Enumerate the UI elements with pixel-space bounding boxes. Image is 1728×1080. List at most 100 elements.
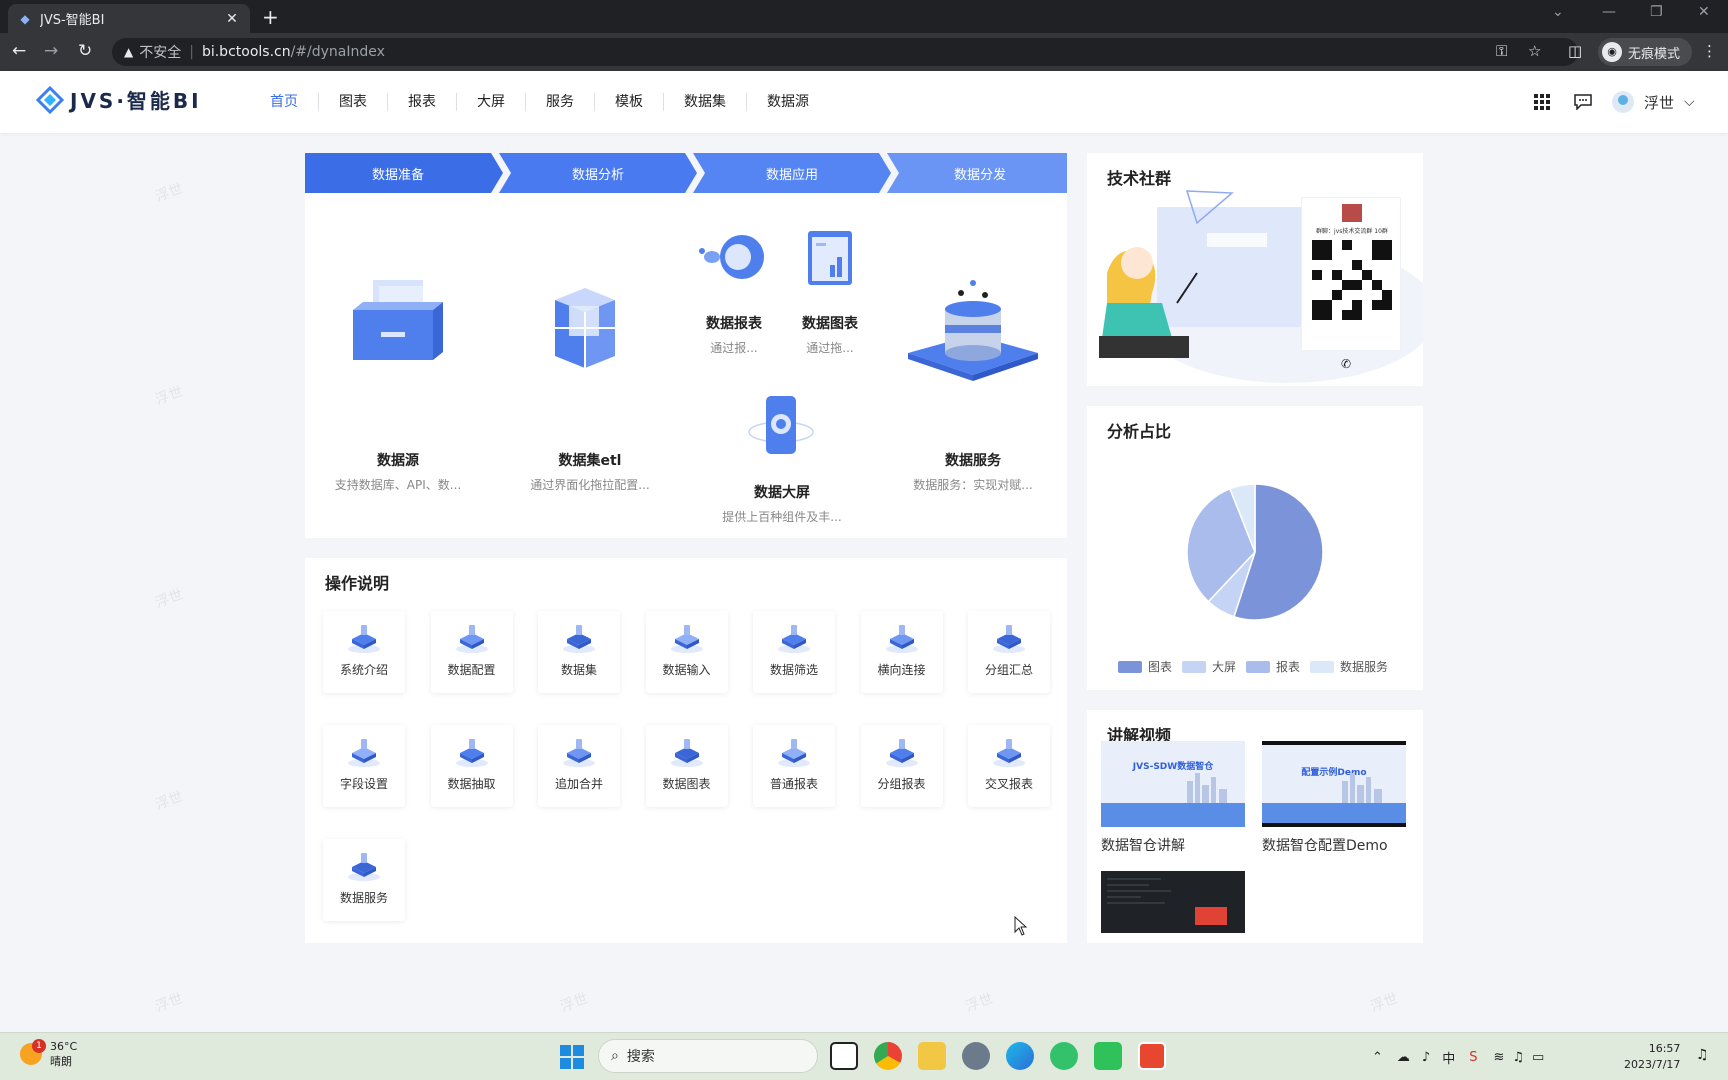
- nav-datasources[interactable]: 数据源: [746, 93, 829, 111]
- nav-charts[interactable]: 图表: [318, 93, 387, 111]
- incognito-indicator[interactable]: ◉ 无痕模式: [1598, 38, 1692, 66]
- operation-item[interactable]: 数据抽取: [430, 725, 513, 807]
- operation-item[interactable]: 数据配置: [430, 611, 513, 693]
- tab-search-icon[interactable]: ⌄: [1552, 4, 1564, 20]
- operation-icon: [348, 625, 380, 653]
- flow-step-analyze[interactable]: 数据分析: [505, 153, 691, 193]
- browser-tab[interactable]: ◆ JVS-智能BI ✕: [8, 4, 250, 33]
- tile-datasource[interactable]: 数据源 支持数据库、API、数...: [305, 205, 491, 535]
- browser-menu-icon[interactable]: ⋮: [1702, 42, 1717, 60]
- operation-item[interactable]: 交叉报表: [968, 725, 1050, 807]
- nav-reports[interactable]: 报表: [387, 93, 456, 111]
- operation-item[interactable]: 数据集: [538, 611, 620, 693]
- nav-home[interactable]: 首页: [250, 93, 318, 111]
- operation-item[interactable]: 分组报表: [860, 725, 943, 807]
- operation-item[interactable]: 追加合并: [538, 725, 620, 807]
- operation-item[interactable]: 字段设置: [323, 725, 405, 807]
- back-icon[interactable]: ←: [12, 41, 26, 61]
- operation-icon: [455, 625, 488, 653]
- flow-step-apply[interactable]: 数据应用: [699, 153, 885, 193]
- new-tab-button[interactable]: +: [262, 6, 279, 28]
- operation-item[interactable]: 普通报表: [753, 725, 835, 807]
- settings-gear-icon[interactable]: [962, 1042, 990, 1070]
- bookmark-star-icon[interactable]: ☆: [1528, 42, 1541, 60]
- tile-dataset[interactable]: 数据集etl 通过界面化拖拉配置...: [497, 205, 683, 535]
- legend-item-chart[interactable]: 图表: [1118, 658, 1172, 675]
- legend-item-screen[interactable]: 大屏: [1182, 658, 1236, 675]
- security-label[interactable]: 不安全: [139, 42, 181, 62]
- side-panel-icon[interactable]: ◫: [1568, 42, 1582, 60]
- ime-indicator[interactable]: 中: [1442, 1048, 1455, 1067]
- forward-icon[interactable]: →: [44, 41, 58, 61]
- tray-chevron-icon[interactable]: ⌃: [1372, 1050, 1383, 1065]
- legend-swatch: [1118, 660, 1142, 673]
- address-bar[interactable]: ▲ 不安全 | bi.bctools.cn/#/dynaIndex: [112, 38, 1578, 66]
- tab-close-icon[interactable]: ✕: [224, 11, 240, 27]
- tile-screen[interactable]: 数据大屏 提供上百种组件及丰...: [690, 372, 874, 534]
- operation-label: 系统介绍: [339, 663, 388, 677]
- legend-item-service[interactable]: 数据服务: [1310, 658, 1388, 675]
- tile-report[interactable]: 数据报表 通过报...: [690, 205, 778, 363]
- reload-icon[interactable]: ↻: [78, 41, 92, 61]
- user-menu[interactable]: 浮世 ⌵: [1612, 71, 1695, 133]
- video-item[interactable]: JVS-SDW数据智仓 数据智仓讲解: [1101, 741, 1245, 855]
- recorder-app-icon[interactable]: [1138, 1042, 1166, 1070]
- tile-chart[interactable]: 数据图表 通过拖...: [786, 205, 874, 363]
- mic-icon[interactable]: ♪: [1422, 1050, 1430, 1065]
- tile-chart-name: 数据图表: [802, 316, 858, 332]
- tile-screen-desc: 提供上百种组件及丰...: [722, 510, 842, 524]
- operation-label: 数据集: [560, 663, 597, 677]
- operation-icon: [993, 739, 1025, 767]
- nav-datasets[interactable]: 数据集: [663, 93, 746, 111]
- operation-item[interactable]: 分组汇总: [968, 611, 1050, 693]
- edge-icon[interactable]: [1006, 1042, 1034, 1070]
- watermark: 浮世: [153, 788, 186, 814]
- message-icon[interactable]: [1574, 71, 1592, 133]
- operation-item[interactable]: 数据图表: [645, 725, 728, 807]
- minimize-icon[interactable]: —: [1602, 4, 1616, 20]
- flow-step-prepare[interactable]: 数据准备: [305, 153, 491, 193]
- weather-widget[interactable]: 1 36°C 晴朗: [20, 1039, 77, 1069]
- operation-item[interactable]: 数据输入: [645, 611, 728, 693]
- nav-templates[interactable]: 模板: [594, 93, 663, 111]
- antivirus-icon[interactable]: S: [1469, 1050, 1477, 1065]
- warning-icon[interactable]: ▲: [124, 45, 133, 59]
- video-item[interactable]: 配置示例Demo 数据智仓配置Demo: [1262, 741, 1406, 855]
- task-view-icon[interactable]: [830, 1042, 858, 1070]
- operation-label: 横向连接: [877, 663, 926, 677]
- battery-icon[interactable]: ▭: [1532, 1050, 1544, 1065]
- start-icon[interactable]: [560, 1045, 584, 1069]
- editor-app-icon[interactable]: [1094, 1042, 1122, 1070]
- onedrive-icon[interactable]: ☁: [1397, 1050, 1410, 1065]
- restore-icon[interactable]: ❐: [1650, 4, 1663, 20]
- search-placeholder: 搜索: [626, 1049, 655, 1065]
- operation-label: 数据筛选: [769, 663, 818, 677]
- tile-service[interactable]: 数据服务 数据服务：实现对赋...: [881, 205, 1065, 535]
- operation-item[interactable]: 横向连接: [860, 611, 943, 693]
- wechat-icon[interactable]: [1050, 1042, 1078, 1070]
- nav-screens[interactable]: 大屏: [456, 93, 525, 111]
- incognito-label: 无痕模式: [1628, 46, 1681, 62]
- windows-taskbar: 1 36°C 晴朗 ⌕ 搜索 ⌃ ☁ ♪ 中 S ≋ ♫ ▭ 16:57 202…: [0, 1032, 1728, 1080]
- operation-item[interactable]: 数据服务: [323, 839, 405, 921]
- legend-item-report[interactable]: 报表: [1246, 658, 1300, 675]
- close-window-icon[interactable]: ✕: [1698, 4, 1710, 20]
- operation-item[interactable]: 系统介绍: [323, 611, 405, 693]
- operation-icon: [670, 625, 703, 653]
- operation-item[interactable]: 数据筛选: [753, 611, 835, 693]
- chrome-icon[interactable]: [874, 1042, 902, 1070]
- flow-step-distribute[interactable]: 数据分发: [893, 153, 1067, 193]
- notification-bell-icon[interactable]: ♫: [1696, 1047, 1709, 1063]
- tile-datasource-name: 数据源: [377, 453, 419, 469]
- operation-icon: [885, 625, 918, 653]
- volume-icon[interactable]: ♫: [1512, 1050, 1524, 1065]
- wifi-icon[interactable]: ≋: [1493, 1050, 1504, 1065]
- file-explorer-icon[interactable]: [918, 1042, 946, 1070]
- system-clock[interactable]: 16:57 2023/7/17: [1624, 1041, 1680, 1073]
- app-logo[interactable]: JVS·智能BI: [35, 85, 202, 114]
- key-icon[interactable]: ⚿: [1496, 42, 1507, 60]
- nav-services[interactable]: 服务: [525, 93, 594, 111]
- video-item[interactable]: [1101, 871, 1245, 933]
- apps-grid-icon[interactable]: [1534, 71, 1550, 133]
- taskbar-search[interactable]: ⌕ 搜索: [598, 1039, 818, 1073]
